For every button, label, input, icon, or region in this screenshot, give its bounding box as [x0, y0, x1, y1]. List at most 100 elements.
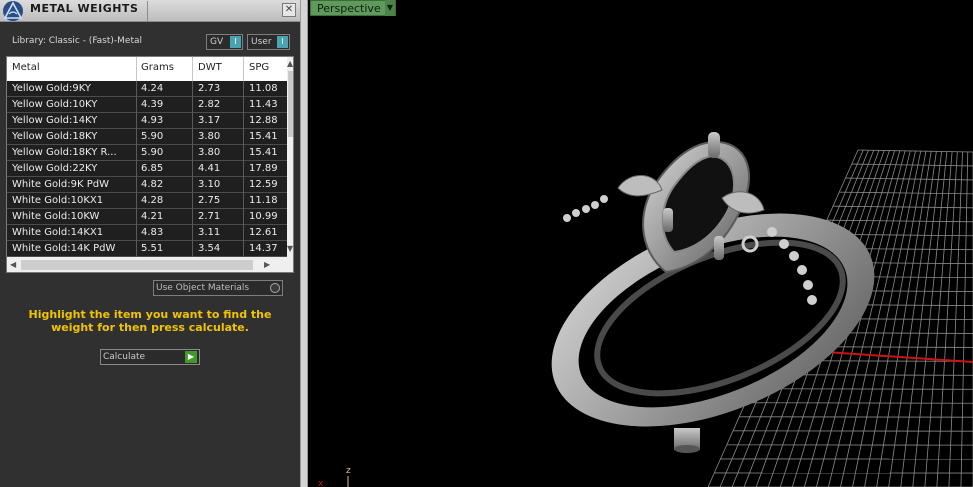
ring-model — [551, 132, 875, 453]
spg-cell: 17.89 — [249, 163, 278, 174]
viewport-scene: z x — [318, 132, 973, 487]
grid-line — [751, 388, 973, 390]
scroll-left-icon[interactable]: ◀ — [10, 261, 16, 269]
use-object-materials-label: Use Object Materials — [156, 283, 250, 293]
gv-toggle[interactable]: GV I — [206, 34, 243, 50]
grid-line — [745, 402, 973, 404]
metal-cell: Yellow Gold:9KY — [12, 83, 91, 94]
scroll-right-icon[interactable]: ▶ — [264, 261, 270, 269]
chevron-down-icon[interactable]: ▼ — [385, 0, 395, 16]
column-header-dwt[interactable]: DWT — [198, 62, 222, 73]
spg-cell: 15.41 — [249, 147, 278, 158]
dwt-cell: 2.71 — [198, 211, 221, 222]
column-divider — [136, 57, 137, 81]
calculate-button[interactable]: Calculate ▶ — [100, 349, 200, 365]
play-icon: ▶ — [185, 351, 197, 363]
view-selector[interactable]: Perspective ▼ — [310, 0, 396, 16]
spg-cell: 15.41 — [249, 131, 278, 142]
table-header: Metal Grams DWT SPG — [7, 57, 287, 81]
horizontal-scroll-thumb[interactable] — [21, 260, 253, 270]
metal-cell: Yellow Gold:18KY R... — [12, 147, 117, 158]
user-label: User — [251, 37, 272, 47]
dwt-cell: 3.17 — [198, 115, 221, 126]
table-row[interactable]: Yellow Gold:22KY 6.85 4.41 17.89 — [7, 161, 287, 177]
table-body: Yellow Gold:9KY 4.24 2.73 11.08 Yellow Gold:… — [7, 81, 287, 257]
table-row[interactable]: White Gold:9K PdW 4.82 3.10 12.59 — [7, 177, 287, 193]
metal-cell: Yellow Gold:22KY — [12, 163, 98, 174]
scroll-up-icon[interactable]: ▲ — [287, 60, 293, 68]
column-header-metal[interactable]: Metal — [12, 62, 40, 73]
column-divider — [243, 57, 244, 81]
metal-cell: White Gold:14K PdW — [12, 243, 116, 254]
grams-cell: 5.90 — [141, 147, 164, 158]
use-object-materials-option[interactable]: Use Object Materials — [153, 280, 283, 296]
column-header-spg[interactable]: SPG — [249, 62, 269, 73]
calculate-label: Calculate — [103, 352, 146, 362]
dwt-cell: 4.41 — [198, 163, 221, 174]
panel-title: METAL WEIGHTS — [30, 2, 139, 15]
table-row[interactable]: White Gold:14K PdW 5.51 3.54 14.37 — [7, 241, 287, 257]
table-row[interactable]: White Gold:10KW 4.21 2.71 10.99 — [7, 209, 287, 225]
panel-splitter[interactable] — [300, 0, 308, 487]
column-header-grams[interactable]: Grams — [141, 62, 174, 73]
view-label: Perspective — [317, 2, 381, 15]
column-divider — [243, 81, 244, 257]
scroll-down-icon[interactable]: ▼ — [287, 245, 293, 253]
horizontal-scrollbar[interactable]: ◀ ▶ — [7, 257, 293, 272]
close-icon: ✕ — [284, 4, 294, 15]
column-divider — [136, 81, 137, 257]
vertical-scrollbar[interactable]: ▲ ▼ — [287, 57, 293, 257]
toggle-knob-icon: I — [277, 36, 288, 48]
user-toggle[interactable]: User I — [247, 34, 290, 50]
dwt-cell: 3.80 — [198, 147, 221, 158]
metal-table: Metal Grams DWT SPG Yellow Gold:9KY 4.24 2… — [6, 56, 294, 273]
table-row[interactable]: Yellow Gold:9KY 4.24 2.73 11.08 — [7, 81, 287, 97]
metal-cell: White Gold:10KW — [12, 211, 100, 222]
grams-cell: 4.39 — [141, 99, 164, 110]
table-row[interactable]: Yellow Gold:18KY 5.90 3.80 15.41 — [7, 129, 287, 145]
grams-cell: 5.90 — [141, 131, 164, 142]
grams-cell: 4.21 — [141, 211, 164, 222]
dwt-cell: 2.82 — [198, 99, 221, 110]
spg-cell: 11.08 — [249, 83, 278, 94]
spg-cell: 12.59 — [249, 179, 278, 190]
perspective-viewport[interactable]: z x Perspective ▼ — [308, 0, 973, 487]
radio-icon[interactable] — [270, 283, 280, 293]
metal-cell: White Gold:10KX1 — [12, 195, 104, 206]
panel-titlebar: METAL WEIGHTS ✕ — [0, 0, 300, 22]
library-label: Library: Classic - (Fast)-Metal — [12, 36, 143, 46]
table-row[interactable]: White Gold:10KX1 4.28 2.75 11.18 — [7, 193, 287, 209]
spg-cell: 12.88 — [249, 115, 278, 126]
title-separator — [147, 1, 148, 21]
dwt-cell: 2.75 — [198, 195, 221, 206]
dwt-cell: 3.80 — [198, 131, 221, 142]
spg-cell: 10.99 — [249, 211, 278, 222]
spg-cell: 11.18 — [249, 195, 278, 206]
table-row[interactable]: Yellow Gold:10KY 4.39 2.82 11.43 — [7, 97, 287, 113]
close-button[interactable]: ✕ — [282, 3, 296, 17]
dwt-cell: 3.11 — [198, 227, 221, 238]
grams-cell: 4.28 — [141, 195, 164, 206]
spg-cell: 11.43 — [249, 99, 278, 110]
grams-cell: 5.51 — [141, 243, 164, 254]
grams-cell: 4.82 — [141, 179, 164, 190]
toggle-knob-icon: I — [230, 36, 241, 48]
grams-cell: 4.24 — [141, 83, 164, 94]
metal-cell: Yellow Gold:10KY — [12, 99, 98, 110]
grams-cell: 6.85 — [141, 163, 164, 174]
dwt-cell: 3.54 — [198, 243, 221, 254]
metal-cell: Yellow Gold:14KY — [12, 115, 98, 126]
triangle-logo-icon — [0, 0, 26, 22]
table-row[interactable]: Yellow Gold:18KY R... 5.90 3.80 15.41 — [7, 145, 287, 161]
grams-cell: 4.83 — [141, 227, 164, 238]
metal-cell: White Gold:14KX1 — [12, 227, 104, 238]
metal-cell: Yellow Gold:18KY — [12, 131, 98, 142]
vertical-scroll-thumb[interactable] — [288, 71, 293, 137]
gv-label: GV — [210, 37, 224, 47]
spg-cell: 14.37 — [249, 243, 278, 254]
z-axis-label: z — [346, 466, 351, 476]
table-row[interactable]: White Gold:14KX1 4.83 3.11 12.61 — [7, 225, 287, 241]
grams-cell: 4.93 — [141, 115, 164, 126]
metal-cell: White Gold:9K PdW — [12, 179, 109, 190]
table-row[interactable]: Yellow Gold:14KY 4.93 3.17 12.88 — [7, 113, 287, 129]
